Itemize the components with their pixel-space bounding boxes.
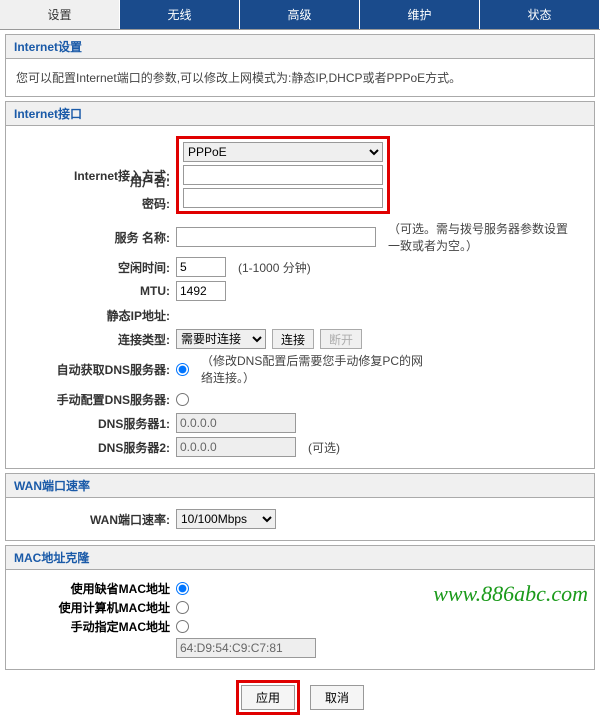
main-tabs: 设置 无线 高级 维护 状态 — [0, 0, 600, 30]
static-ip-label: 静态IP地址: — [16, 307, 176, 324]
idle-input[interactable] — [176, 257, 226, 277]
auto-dns-radio[interactable] — [176, 363, 189, 376]
section-title: Internet设置 — [6, 35, 594, 59]
service-name-label: 服务 名称: — [16, 229, 176, 246]
section-mac-clone: MAC地址克隆 使用缺省MAC地址 使用计算机MAC地址 手动指定MAC地址 — [5, 545, 595, 670]
password-input[interactable] — [183, 188, 383, 208]
mac-manual-label: 手动指定MAC地址 — [16, 618, 176, 635]
dns1-label: DNS服务器1: — [16, 415, 176, 432]
tab-status[interactable]: 状态 — [480, 0, 600, 29]
section-internet-port: Internet接口 Internet接入方式: PPPoE — [5, 101, 595, 469]
button-row: 应用 取消 — [5, 670, 595, 725]
pppoe-highlight: PPPoE — [176, 136, 390, 214]
mac-default-radio[interactable] — [176, 582, 189, 595]
section-wan-rate: WAN端口速率 WAN端口速率: 10/100Mbps — [5, 473, 595, 541]
tab-settings[interactable]: 设置 — [0, 0, 120, 29]
username-input[interactable] — [183, 165, 383, 185]
manual-dns-label: 手动配置DNS服务器: — [16, 391, 176, 408]
internet-settings-desc: 您可以配置Internet端口的参数,可以修改上网模式为:静态IP,DHCP或者… — [16, 67, 584, 88]
mtu-input[interactable] — [176, 281, 226, 301]
idle-hint: (1-1000 分钟) — [238, 259, 311, 276]
mac-default-label: 使用缺省MAC地址 — [16, 580, 176, 597]
apply-highlight: 应用 — [236, 680, 300, 715]
mac-pc-label: 使用计算机MAC地址 — [16, 599, 176, 616]
section-title: Internet接口 — [6, 102, 594, 126]
section-title: MAC地址克隆 — [6, 546, 594, 570]
dns1-input[interactable] — [176, 413, 296, 433]
service-name-hint: （可选。需与拨号服务器参数设置一致或者为空。） — [388, 220, 568, 254]
wan-rate-label: WAN端口速率: — [16, 511, 176, 528]
watermark-text: www.886abc.com — [433, 581, 588, 607]
apply-button[interactable]: 应用 — [241, 685, 295, 710]
idle-label: 空闲时间: — [16, 259, 176, 276]
cancel-button[interactable]: 取消 — [310, 685, 364, 710]
tab-maintenance[interactable]: 维护 — [360, 0, 480, 29]
conn-type-select[interactable]: 需要时连接 — [176, 329, 266, 349]
access-select[interactable]: PPPoE — [183, 142, 383, 162]
connect-button[interactable]: 连接 — [272, 329, 314, 349]
disconnect-button[interactable]: 断开 — [320, 329, 362, 349]
section-internet-settings: Internet设置 您可以配置Internet端口的参数,可以修改上网模式为:… — [5, 34, 595, 97]
access-label: Internet接入方式: — [16, 167, 176, 184]
mac-pc-radio[interactable] — [176, 601, 189, 614]
wan-rate-select[interactable]: 10/100Mbps — [176, 509, 276, 529]
mac-input[interactable] — [176, 638, 316, 658]
tab-wireless[interactable]: 无线 — [120, 0, 240, 29]
dns-note: （修改DNS配置后需要您手动修复PC的网络连接。） — [201, 352, 431, 386]
mac-manual-radio[interactable] — [176, 620, 189, 633]
mtu-label: MTU: — [16, 284, 176, 298]
manual-dns-radio[interactable] — [176, 393, 189, 406]
dns2-input[interactable] — [176, 437, 296, 457]
dns2-label: DNS服务器2: — [16, 439, 176, 456]
dns2-hint: (可选) — [308, 439, 340, 456]
conn-type-label: 连接类型: — [16, 331, 176, 348]
tab-advanced[interactable]: 高级 — [240, 0, 360, 29]
section-title: WAN端口速率 — [6, 474, 594, 498]
service-name-input[interactable] — [176, 227, 376, 247]
auto-dns-label: 自动获取DNS服务器: — [16, 361, 176, 378]
